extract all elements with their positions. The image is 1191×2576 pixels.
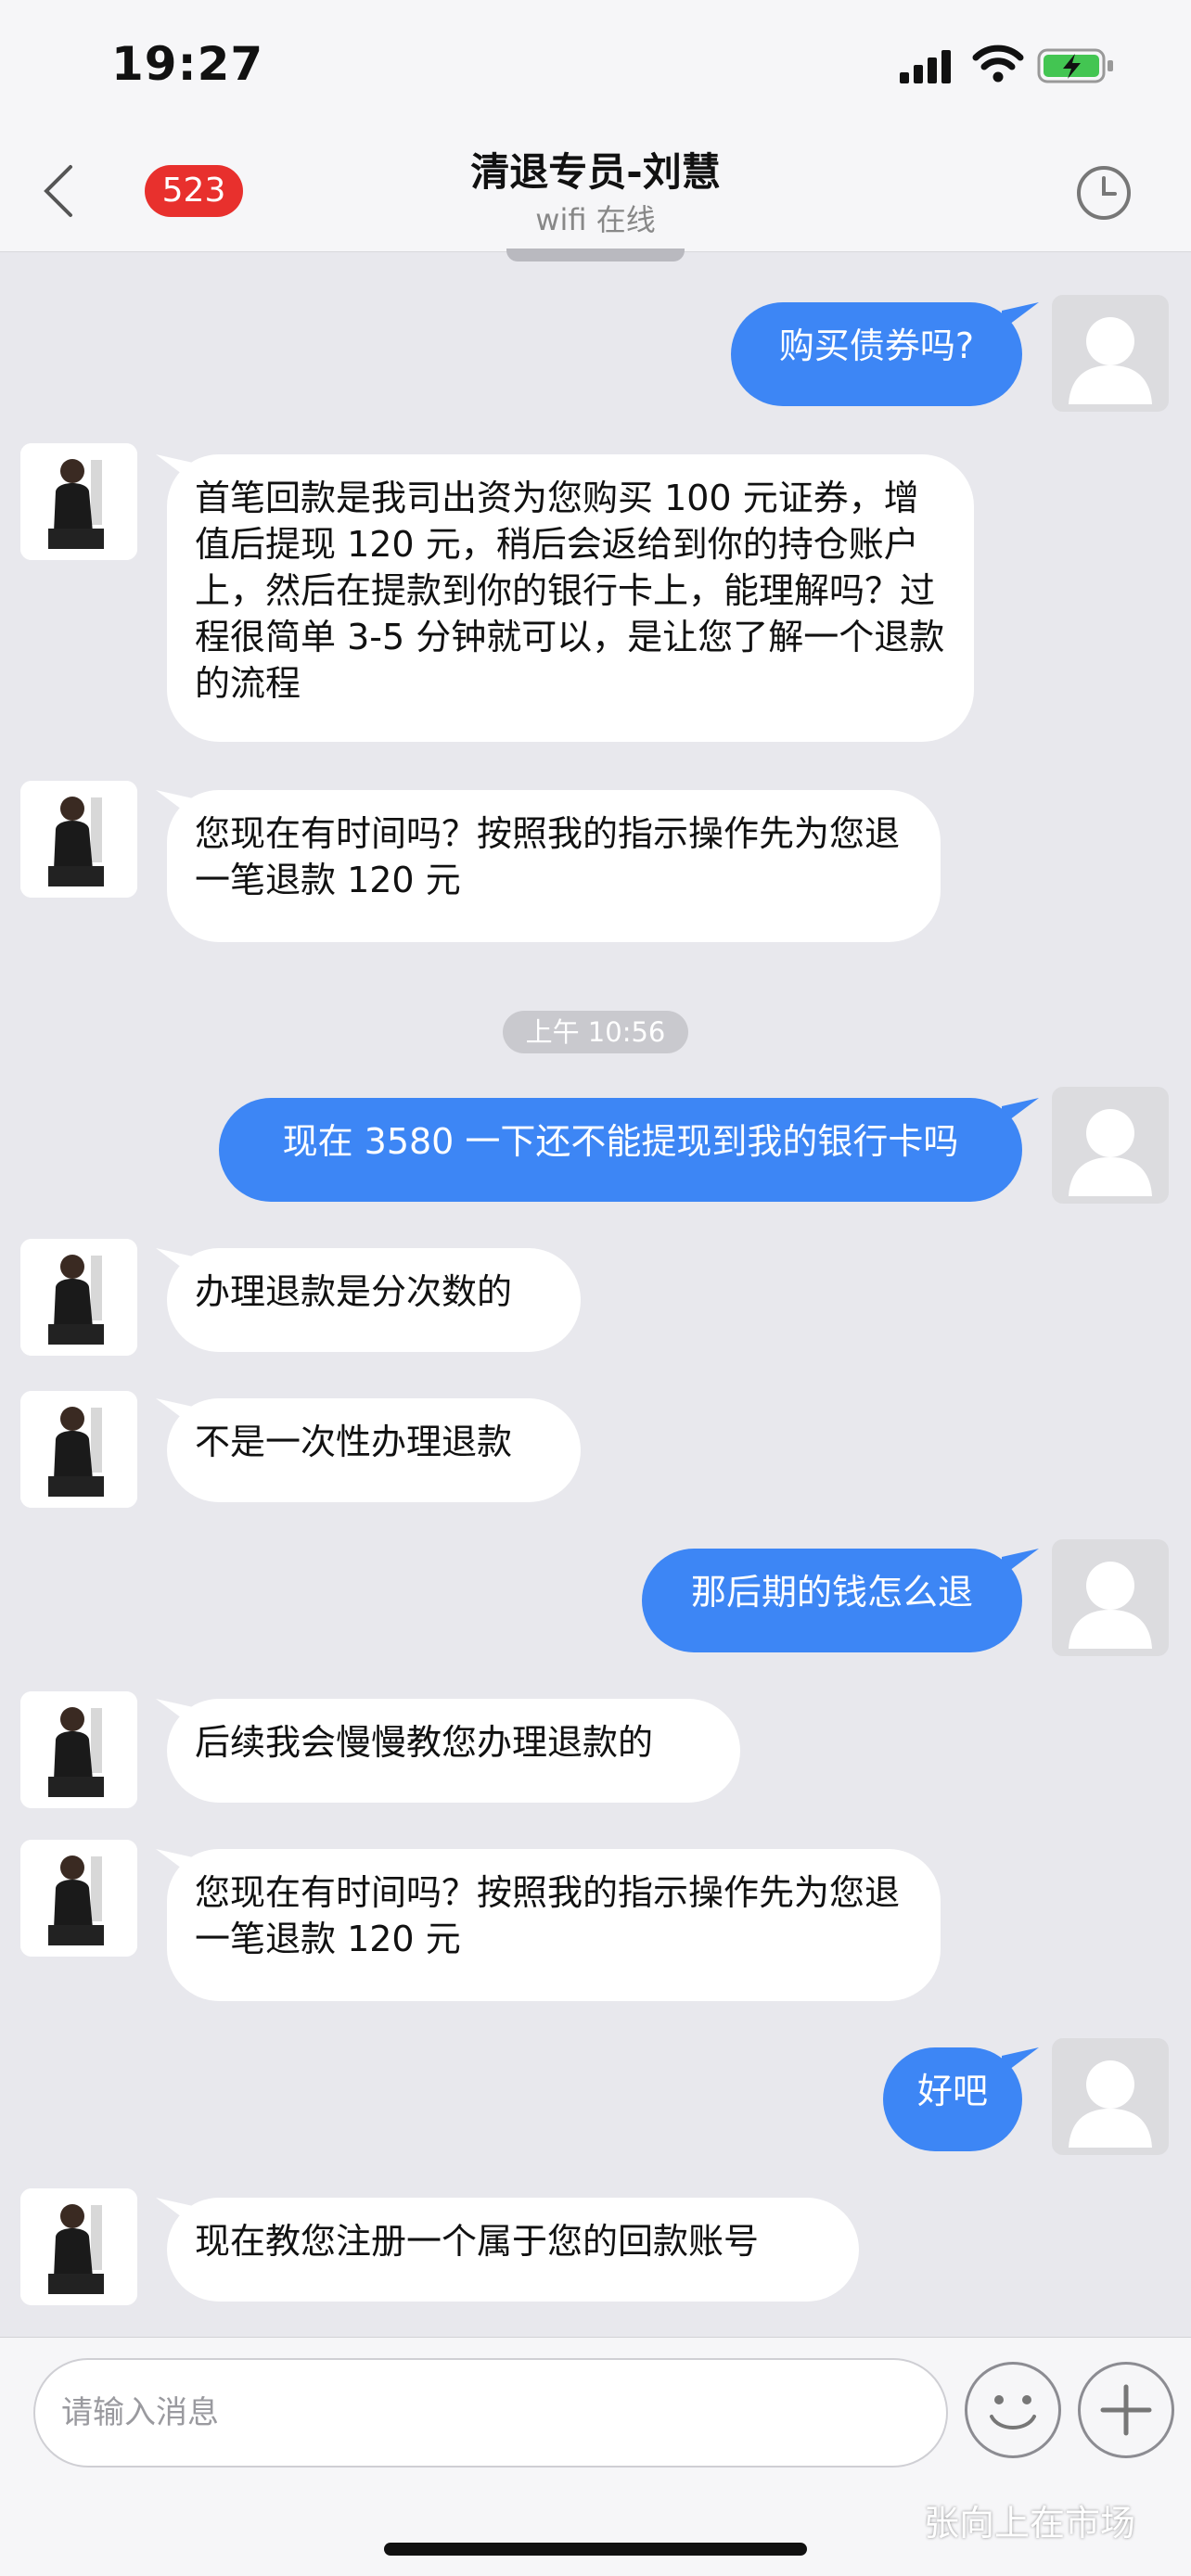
status-time: 19:27 bbox=[111, 37, 264, 91]
message-bubble-incoming[interactable]: 您现在有时间吗？按照我的指示操作先为您退一笔退款 120 元 bbox=[167, 1849, 941, 2001]
my-avatar[interactable] bbox=[1052, 1087, 1169, 1204]
message-bubble-incoming[interactable]: 首笔回款是我司出资为您购买 100 元证券，增值后提现 120 元，稍后会返给到… bbox=[167, 454, 974, 742]
message-composer: 请输入消息 bbox=[0, 2337, 1191, 2476]
battery-charging-icon bbox=[1037, 48, 1113, 83]
contact-avatar[interactable] bbox=[20, 781, 137, 898]
chat-status: wifi 在线 bbox=[535, 202, 656, 237]
message-input[interactable]: 请输入消息 bbox=[33, 2358, 948, 2468]
signal-icon bbox=[900, 50, 951, 83]
contact-avatar[interactable] bbox=[20, 2188, 137, 2305]
message-bubble-outgoing[interactable]: 现在 3580 一下还不能提现到我的银行卡吗 bbox=[219, 1098, 1022, 1202]
scroll-hint bbox=[506, 249, 685, 261]
message-bubble-outgoing[interactable]: 那后期的钱怎么退 bbox=[642, 1549, 1022, 1652]
contact-avatar[interactable] bbox=[20, 1691, 137, 1808]
clock-icon[interactable] bbox=[1074, 163, 1133, 223]
message-bubble-incoming[interactable]: 后续我会慢慢教您办理退款的 bbox=[167, 1699, 740, 1803]
message-bubble-outgoing[interactable]: 好吧 bbox=[883, 2047, 1022, 2151]
message-timestamp: 上午 10:56 bbox=[503, 1011, 688, 1053]
message-bubble-outgoing[interactable]: 购买债券吗? bbox=[731, 302, 1022, 406]
emoji-button[interactable] bbox=[965, 2362, 1061, 2458]
home-area: 张向上在市场 bbox=[0, 2476, 1191, 2576]
contact-avatar[interactable] bbox=[20, 1239, 137, 1356]
my-avatar[interactable] bbox=[1052, 2038, 1169, 2155]
contact-avatar[interactable] bbox=[20, 1840, 137, 1957]
emoji-icon bbox=[990, 2395, 1036, 2429]
message-bubble-incoming[interactable]: 您现在有时间吗？按照我的指示操作先为您退一笔退款 120 元 bbox=[167, 790, 941, 942]
watermark: 张向上在市场 bbox=[924, 2505, 1136, 2544]
add-button[interactable] bbox=[1078, 2362, 1174, 2458]
wifi-icon bbox=[972, 45, 1024, 83]
contact-avatar[interactable] bbox=[20, 443, 137, 560]
message-bubble-incoming[interactable]: 不是一次性办理退款 bbox=[167, 1398, 581, 1502]
plus-icon bbox=[1100, 2384, 1152, 2436]
my-avatar[interactable] bbox=[1052, 295, 1169, 412]
message-bubble-incoming[interactable]: 办理退款是分次数的 bbox=[167, 1248, 581, 1352]
top-bar: 19:27 523 清退专员-刘慧 wifi 在线 bbox=[0, 0, 1191, 252]
home-indicator[interactable] bbox=[384, 2543, 807, 2556]
my-avatar[interactable] bbox=[1052, 1539, 1169, 1656]
chat-title: 清退专员-刘慧 bbox=[470, 149, 721, 195]
contact-avatar[interactable] bbox=[20, 1391, 137, 1508]
message-bubble-incoming[interactable]: 现在教您注册一个属于您的回款账号 bbox=[167, 2198, 859, 2302]
